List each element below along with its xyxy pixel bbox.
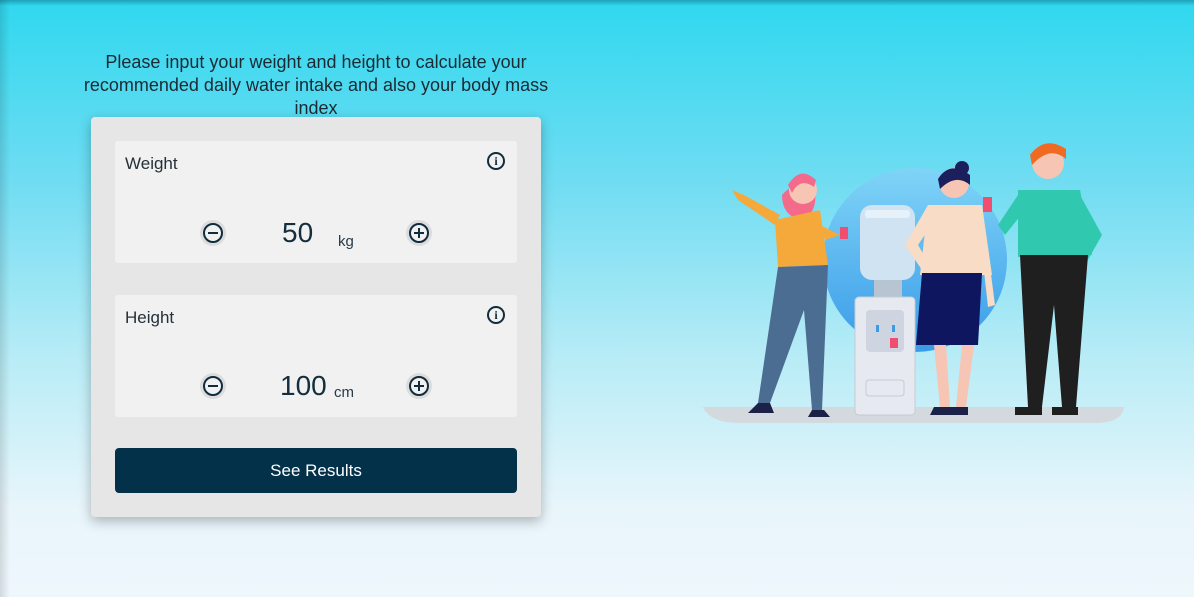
calculator-card: Weight i 50 kg Height i 100 cm See Resul… (91, 117, 541, 517)
height-value[interactable]: 100 (280, 370, 327, 402)
minus-icon (208, 232, 218, 234)
water-cooler-illustration (703, 143, 1124, 423)
see-results-button[interactable]: See Results (115, 448, 517, 493)
height-unit: cm (334, 384, 354, 401)
info-icon[interactable]: i (487, 306, 505, 324)
weight-label: Weight (125, 154, 178, 173)
top-shadow (0, 0, 1194, 6)
height-increment-button[interactable] (409, 376, 429, 396)
height-label: Height (125, 308, 175, 327)
height-field: Height i 100 cm (115, 295, 517, 417)
height-decrement-button[interactable] (203, 376, 223, 396)
weight-decrement-button[interactable] (203, 223, 223, 243)
minus-icon (208, 385, 218, 387)
weight-field: Weight i 50 kg (115, 141, 517, 263)
intro-text: Please input your weight and height to c… (83, 52, 549, 118)
weight-increment-button[interactable] (409, 223, 429, 243)
weight-value[interactable]: 50 (282, 217, 313, 249)
info-icon[interactable]: i (487, 152, 505, 170)
weight-unit: kg (338, 233, 354, 250)
left-shadow (0, 0, 10, 597)
